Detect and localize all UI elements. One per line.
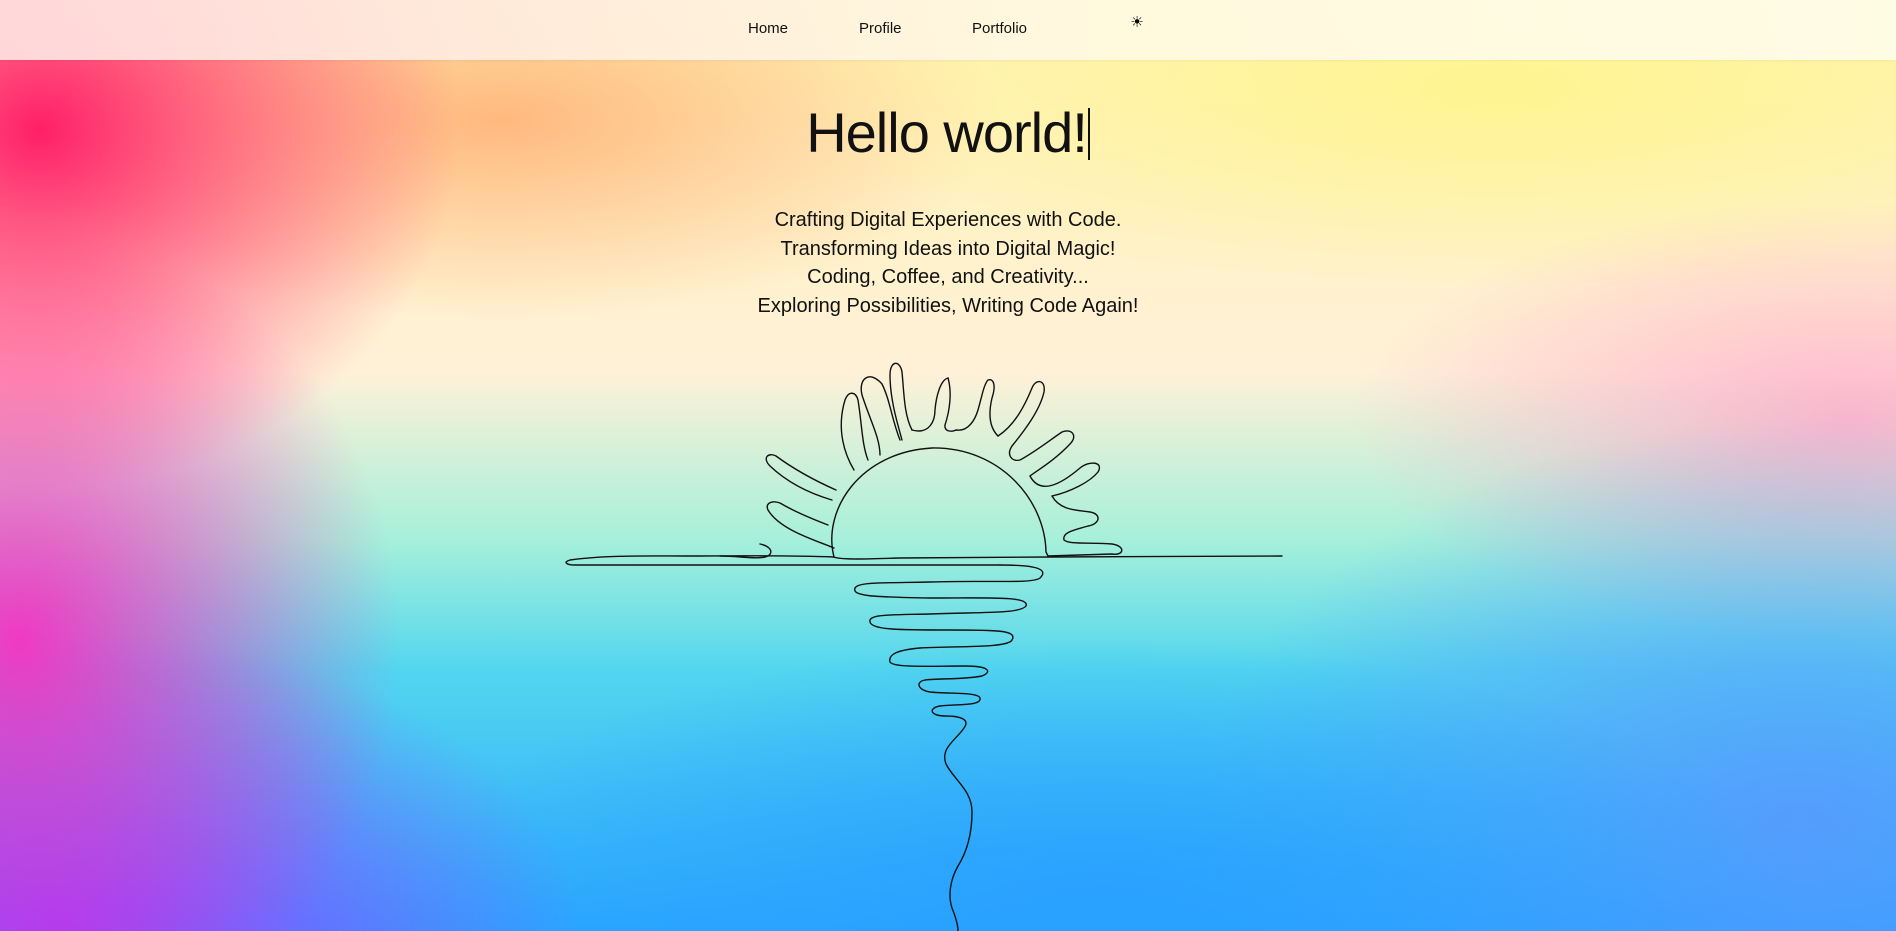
sun-ray — [765, 454, 837, 501]
sun-ray — [911, 377, 949, 432]
horizon-line — [833, 555, 1283, 560]
top-navbar: Home Profile Portfolio ☀ — [0, 0, 1896, 60]
sun-ray — [997, 381, 1075, 477]
tagline-2: Transforming Ideas into Digital Magic! — [780, 237, 1116, 260]
tagline-1: Crafting Digital Experiences with Code. — [774, 209, 1122, 231]
sun-ray — [944, 377, 957, 432]
nav-link-portfolio[interactable]: Portfolio — [972, 19, 1027, 39]
tagline-4: Exploring Possibilities, Writing Code Ag… — [757, 294, 1139, 317]
reflection-lines — [854, 564, 1044, 931]
theme-toggle-sun-icon[interactable]: ☀ — [1127, 13, 1147, 33]
hero-title-text: Hello world! — [806, 101, 1088, 164]
hero-taglines: Crafting Digital Experiences with Code. … — [0, 206, 1896, 320]
hero-title: Hello world! — [0, 98, 1896, 168]
sun-disc — [831, 447, 1049, 558]
sun-ray — [766, 501, 835, 549]
typing-cursor — [1087, 108, 1090, 160]
nav-link-profile[interactable]: Profile — [859, 19, 902, 39]
sun-ray — [889, 362, 913, 441]
nav-link-home[interactable]: Home — [748, 19, 788, 39]
sunset-line-art-illustration — [565, 362, 1283, 931]
sun-ray — [860, 376, 901, 456]
tagline-3: Coding, Coffee, and Creativity... — [807, 266, 1089, 288]
sun-ray — [1047, 495, 1123, 557]
sun-ray — [840, 392, 869, 471]
sun-ray — [955, 379, 999, 437]
